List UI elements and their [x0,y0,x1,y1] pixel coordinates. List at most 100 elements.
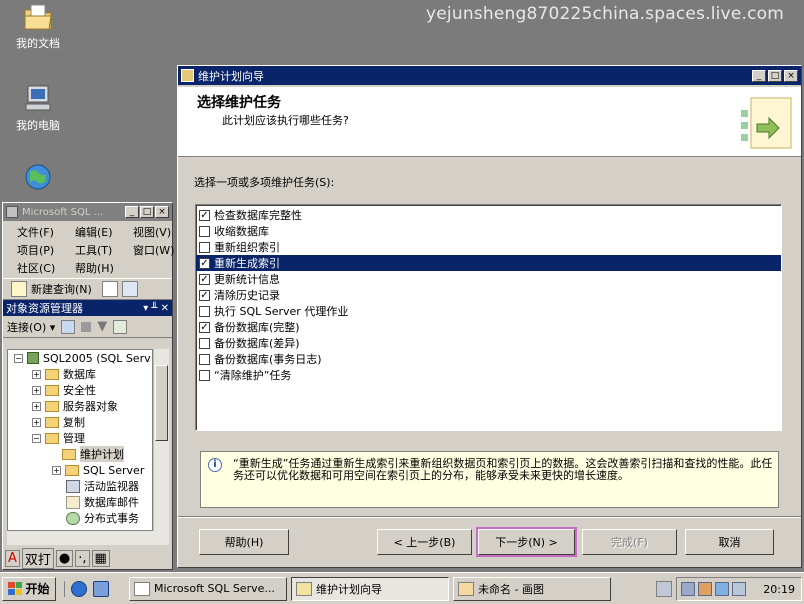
tree-node-server-objects[interactable]: + 服务器对象 [8,398,152,414]
desktop-icon-network[interactable] [2,162,74,195]
tree-horizontal-scrollbar[interactable] [7,531,169,545]
task-update-statistics[interactable]: ✓ 更新统计信息 [196,271,781,287]
menu-community[interactable]: 社区(C) [17,260,75,276]
tree-node-databases[interactable]: + 数据库 [8,366,152,382]
new-query-button[interactable]: 新建查询(N) [31,281,92,297]
ime-mode[interactable]: A [5,549,20,567]
ime-double-pinyin[interactable]: 双打 [21,547,54,569]
panel-pin-close-icons[interactable]: ▾ ╨ ✕ [143,303,169,314]
save-icon[interactable] [121,281,138,297]
task-check-integrity[interactable]: ✓ 检查数据库完整性 [196,207,781,223]
internet-explorer-icon[interactable] [71,580,87,597]
scrollbar-thumb[interactable] [155,365,168,441]
stop-icon[interactable] [81,321,92,332]
checkbox[interactable] [199,369,210,381]
wizard-title: 维护计划向导 [198,69,264,83]
tree-node-maintenance-plans[interactable]: 维护计划 [8,446,152,462]
volume-icon[interactable] [732,582,746,596]
menu-tools[interactable]: 工具(T) [75,242,133,258]
checkbox[interactable]: ✓ [199,321,210,333]
open-file-icon[interactable] [101,281,118,297]
back-button[interactable]: < 上一步(B) [377,529,472,555]
checkbox[interactable]: ✓ [199,209,210,221]
page-subtitle: 此计划应该执行哪些任务? [222,114,349,127]
expand-icon[interactable]: + [52,465,61,475]
filter-icon[interactable]: ▼ [97,319,107,334]
ime-keyboard[interactable]: ▦ [91,549,110,567]
task-shrink-database[interactable]: 收缩数据库 [196,223,781,239]
close-button[interactable]: × [784,69,798,82]
checkbox[interactable] [199,305,210,317]
checkbox[interactable]: ✓ [199,273,210,285]
outlook-express-icon[interactable] [93,580,109,597]
task-backup-log[interactable]: 备份数据库(事务日志) [196,351,781,367]
help-button[interactable]: 帮助(H) [199,529,289,555]
maximize-button[interactable]: □ [140,206,154,218]
ime-toolbar: A 双打 ● ·, ▦ [5,547,110,569]
menu-project[interactable]: 项目(P) [17,242,75,258]
ime-punctuation[interactable]: ·, [75,549,90,567]
tree-node-management[interactable]: − 管理 [8,430,152,446]
task-description-text: “重新生成”任务通过重新生成索引来重新组织数据页和索引页上的数据。这会改善索引扫… [233,457,773,482]
minimize-button[interactable]: _ [752,69,766,82]
ime-fullwidth[interactable]: ● [55,549,74,567]
disconnect-icon[interactable] [61,319,76,334]
user-icon[interactable] [681,582,695,596]
expand-icon[interactable]: + [32,369,41,379]
taskbar-item-ssms[interactable]: Microsoft SQL Serve... [129,576,287,601]
task-reorganize-index[interactable]: 重新组织索引 [196,239,781,255]
collapse-icon[interactable]: − [14,353,23,363]
tree-node-database-mail[interactable]: 数据库邮件 [8,494,152,510]
network-icon[interactable] [715,582,729,596]
tree-node-label: SQL2005 (SQL Serv [43,351,151,365]
maximize-button[interactable]: □ [768,69,782,82]
tree-node-replication[interactable]: + 复制 [8,414,152,430]
taskbar-item-paint[interactable]: 未命名 - 画图 [453,576,611,601]
tree-node-sql-server-logs[interactable]: + SQL Server [8,462,152,478]
menu-edit[interactable]: 编辑(E) [75,224,133,240]
checkbox[interactable] [199,225,210,237]
tree-node-distributed-transactions[interactable]: 分布式事务 [8,510,152,526]
menu-window[interactable]: 窗口(W) [133,242,183,258]
messenger-icon[interactable] [698,582,712,596]
taskbar-item-wizard[interactable]: 维护计划向导 [291,576,449,601]
checkbox[interactable] [199,241,210,253]
menu-view[interactable]: 视图(V) [133,224,183,240]
tree-node-server[interactable]: − SQL2005 (SQL Serv [8,350,152,366]
tree-node-activity-monitor[interactable]: 活动监视器 [8,478,152,494]
wizard-titlebar[interactable]: 维护计划向导 _ □ × [178,66,801,85]
checkbox[interactable]: ✓ [199,289,210,301]
close-button[interactable]: × [155,206,169,218]
task-backup-full[interactable]: ✓ 备份数据库(完整) [196,319,781,335]
checkbox[interactable] [199,337,210,349]
collapse-icon[interactable]: − [32,433,41,443]
menu-file[interactable]: 文件(F) [17,224,75,240]
tree-vertical-scrollbar[interactable] [153,349,169,531]
tree-node-security[interactable]: + 安全性 [8,382,152,398]
object-explorer-header: 对象资源管理器 ▾ ╨ ✕ [3,300,172,316]
new-query-icon [11,281,27,297]
desktop-icon-my-documents[interactable]: 我的文档 [2,2,74,51]
cancel-button[interactable]: 取消 [685,529,774,555]
refresh-icon[interactable] [113,319,128,334]
finish-button[interactable]: 完成(F) [582,529,677,555]
ssms-titlebar[interactable]: Microsoft SQL ... _ □ × [3,203,172,221]
expand-icon[interactable]: + [32,385,41,395]
minimize-button[interactable]: _ [125,206,139,218]
checkbox[interactable]: ✓ [199,257,210,269]
task-backup-differential[interactable]: 备份数据库(差异) [196,335,781,351]
task-execute-agent-job[interactable]: 执行 SQL Server 代理作业 [196,303,781,319]
task-history-cleanup[interactable]: ✓ 清除历史记录 [196,287,781,303]
menu-help[interactable]: 帮助(H) [75,260,133,276]
task-rebuild-index[interactable]: ✓ 重新生成索引 [196,255,781,271]
next-button[interactable]: 下一步(N) > [476,527,577,557]
desktop-icon-my-computer[interactable]: 我的电脑 [2,84,74,133]
start-button[interactable]: 开始 [2,576,56,601]
connect-dropdown[interactable]: 连接(O) ▾ [7,319,55,335]
expand-icon[interactable]: + [32,401,41,411]
tray-device-icon[interactable] [656,581,672,597]
desktop-icon-label: 我的电脑 [16,119,60,132]
checkbox[interactable] [199,353,210,365]
expand-icon[interactable]: + [32,417,41,427]
task-maintenance-cleanup[interactable]: “清除维护”任务 [196,367,781,383]
